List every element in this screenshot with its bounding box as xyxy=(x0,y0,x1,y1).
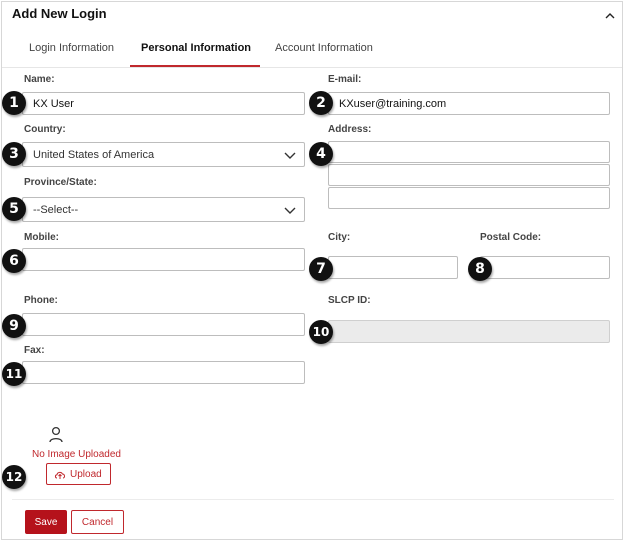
country-label: Country: xyxy=(24,124,66,135)
tab-login-information[interactable]: Login Information xyxy=(29,42,114,54)
city-field[interactable] xyxy=(328,256,458,279)
add-new-login-dialog: Add New Login Login Information Personal… xyxy=(1,1,623,540)
callout-4: 4 xyxy=(309,142,333,166)
tab-bar: Login Information Personal Information A… xyxy=(2,32,622,68)
address-line-2-field[interactable] xyxy=(328,164,610,186)
postal-code-label: Postal Code: xyxy=(480,232,542,243)
callout-5: 5 xyxy=(2,197,26,221)
upload-button-label: Upload xyxy=(70,469,102,480)
tab-account-information[interactable]: Account Information xyxy=(275,42,373,54)
mobile-label: Mobile: xyxy=(24,232,59,243)
save-button[interactable]: Save xyxy=(25,510,67,534)
fax-field[interactable] xyxy=(22,361,305,384)
callout-8: 8 xyxy=(468,257,492,281)
callout-11: 11 xyxy=(2,362,26,386)
footer-divider xyxy=(12,499,614,500)
province-state-label: Province/State: xyxy=(24,177,97,188)
city-label: City: xyxy=(328,232,351,243)
slcp-id-field xyxy=(328,320,610,343)
callout-10: 10 xyxy=(309,320,333,344)
slcp-id-label: SLCP ID: xyxy=(328,295,371,306)
chevron-down-icon xyxy=(284,152,296,159)
cancel-button[interactable]: Cancel xyxy=(71,510,124,534)
email-field[interactable]: KXuser@training.com xyxy=(328,92,610,115)
callout-3: 3 xyxy=(2,142,26,166)
chevron-down-icon xyxy=(284,207,296,214)
name-field[interactable]: KX User xyxy=(22,92,305,115)
callout-1: 1 xyxy=(2,91,26,115)
chevron-up-icon[interactable] xyxy=(604,10,616,22)
phone-field[interactable] xyxy=(22,313,305,336)
save-button-label: Save xyxy=(34,517,58,528)
user-icon xyxy=(49,426,63,443)
email-label: E-mail: xyxy=(328,74,362,85)
callout-2: 2 xyxy=(309,91,333,115)
address-line-1-field[interactable] xyxy=(328,141,610,163)
dialog-title: Add New Login xyxy=(12,6,107,21)
callout-9: 9 xyxy=(2,314,26,338)
name-label: Name: xyxy=(24,74,55,85)
no-image-status: No Image Uploaded xyxy=(32,449,121,460)
upload-button[interactable]: Upload xyxy=(46,463,111,485)
country-select-value: United States of America xyxy=(33,149,155,161)
callout-12: 12 xyxy=(2,465,26,489)
province-state-select-value: --Select-- xyxy=(33,204,79,216)
cancel-button-label: Cancel xyxy=(81,517,114,528)
active-tab-indicator xyxy=(130,65,260,67)
fax-label: Fax: xyxy=(24,345,45,356)
country-select[interactable]: United States of America xyxy=(22,142,305,167)
mobile-field[interactable] xyxy=(22,248,305,271)
phone-label: Phone: xyxy=(24,295,58,306)
callout-6: 6 xyxy=(2,249,26,273)
tab-personal-information[interactable]: Personal Information xyxy=(141,42,251,54)
address-label: Address: xyxy=(328,124,372,135)
cloud-upload-icon xyxy=(54,471,65,479)
callout-7: 7 xyxy=(309,257,333,281)
address-line-3-field[interactable] xyxy=(328,187,610,209)
province-state-select[interactable]: --Select-- xyxy=(22,197,305,222)
postal-code-field[interactable] xyxy=(480,256,610,279)
